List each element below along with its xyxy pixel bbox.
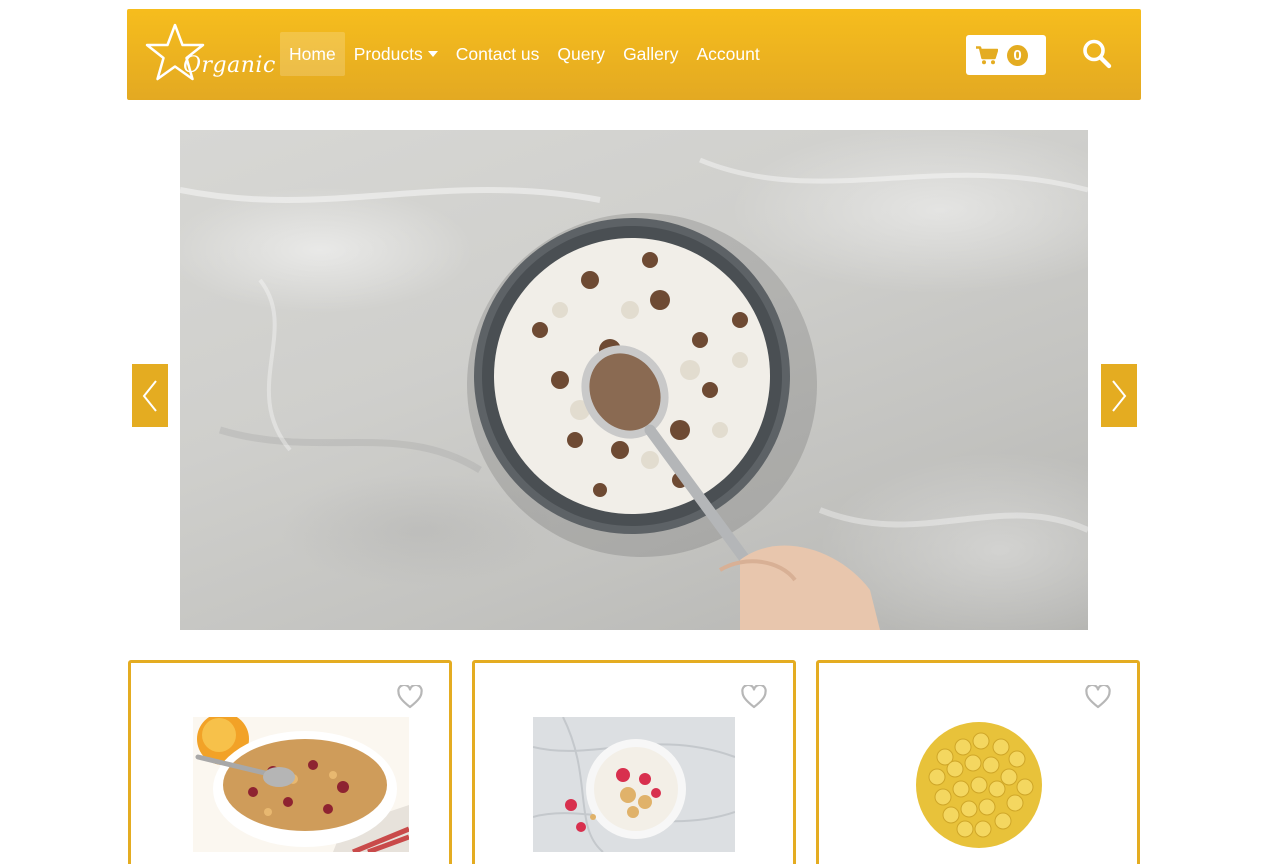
hero-carousel bbox=[180, 130, 1088, 630]
carousel-next-button[interactable] bbox=[1101, 364, 1137, 427]
brand-logo[interactable]: Organic bbox=[145, 23, 275, 85]
chevron-left-icon bbox=[142, 379, 157, 412]
product-image-yogurt-cereal-bowl bbox=[533, 717, 735, 852]
caret-down-icon bbox=[427, 51, 438, 57]
nav-contact[interactable]: Contact us bbox=[447, 32, 549, 76]
cart-button[interactable]: 0 bbox=[966, 35, 1046, 75]
search-button[interactable] bbox=[1082, 38, 1112, 70]
nav-account[interactable]: Account bbox=[688, 32, 769, 76]
heart-outline-icon[interactable] bbox=[741, 685, 767, 709]
product-image-granola-bowl bbox=[193, 717, 409, 852]
nav-query[interactable]: Query bbox=[548, 32, 614, 76]
product-card[interactable] bbox=[128, 660, 452, 864]
carousel-slide-image bbox=[180, 157, 1088, 630]
cart-count-badge: 0 bbox=[1007, 44, 1028, 66]
heart-outline-icon[interactable] bbox=[397, 685, 423, 709]
shopping-cart-icon bbox=[976, 45, 998, 64]
nav-gallery[interactable]: Gallery bbox=[614, 32, 687, 76]
product-card[interactable] bbox=[816, 660, 1140, 864]
nav-products-dropdown[interactable]: Products bbox=[345, 32, 447, 76]
brand-name: Organic bbox=[183, 53, 276, 78]
product-image-yellow-split-peas bbox=[915, 717, 1045, 852]
carousel-prev-button[interactable] bbox=[132, 364, 168, 427]
search-icon bbox=[1083, 39, 1112, 69]
nav-products-label: Products bbox=[353, 43, 423, 64]
navbar: Organic Home Products Contact us Query G… bbox=[127, 9, 1141, 100]
product-card[interactable] bbox=[472, 660, 796, 864]
heart-outline-icon[interactable] bbox=[1085, 685, 1111, 709]
main-nav: Home Products Contact us Query Gallery A… bbox=[280, 32, 769, 76]
chevron-right-icon bbox=[1112, 379, 1127, 412]
nav-home[interactable]: Home bbox=[280, 32, 345, 76]
